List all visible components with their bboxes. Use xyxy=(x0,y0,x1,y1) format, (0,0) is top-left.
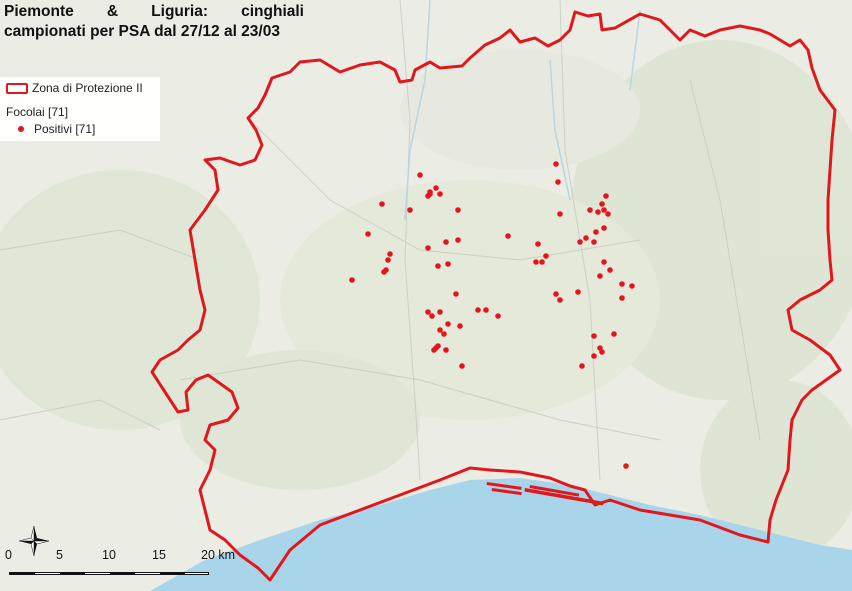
scale-tick-0: 0 xyxy=(5,548,12,562)
positive-marker xyxy=(597,273,603,279)
positive-marker xyxy=(455,237,461,243)
positive-marker xyxy=(595,209,601,215)
positive-marker xyxy=(435,263,441,269)
positive-marker xyxy=(445,321,451,327)
positive-marker xyxy=(601,225,607,231)
map-legend: Zona di Protezione II Focolai [71] Posit… xyxy=(0,77,160,141)
positive-marker xyxy=(577,239,583,245)
positive-marker xyxy=(437,309,443,315)
positive-marker xyxy=(539,259,545,265)
map-title: Piemonte & Liguria: cinghiali campionati… xyxy=(4,2,304,42)
legend-zone-row: Zona di Protezione II xyxy=(6,81,143,95)
zone-swatch-icon xyxy=(6,82,28,94)
positive-marker xyxy=(425,245,431,251)
positive-marker xyxy=(591,353,597,359)
positive-marker xyxy=(607,267,613,273)
positive-marker xyxy=(365,231,371,237)
legend-zone-label: Zona di Protezione II xyxy=(32,81,143,95)
positive-marker xyxy=(407,207,413,213)
legend-positive-label: Positivi [71] xyxy=(34,122,96,136)
scale-tick-20: 20 km xyxy=(201,548,236,562)
positive-marker xyxy=(557,297,563,303)
positive-marker xyxy=(455,207,461,213)
scale-bar xyxy=(9,572,209,575)
positive-marker xyxy=(583,235,589,241)
positive-marker xyxy=(593,229,599,235)
positive-marker xyxy=(587,207,593,213)
positive-marker xyxy=(619,281,625,287)
positive-marker xyxy=(605,211,611,217)
legend-group-label: Focolai [71] xyxy=(6,105,69,119)
positive-marker xyxy=(629,283,635,289)
positive-marker xyxy=(445,261,451,267)
positive-marker xyxy=(437,191,443,197)
positive-marker xyxy=(457,323,463,329)
positive-marker xyxy=(387,251,393,257)
positive-marker xyxy=(575,289,581,295)
positive-marker xyxy=(553,291,559,297)
map-title-line-1: Piemonte & Liguria: cinghiali xyxy=(4,3,304,20)
positive-marker xyxy=(433,185,439,191)
positive-marker xyxy=(603,193,609,199)
positive-marker xyxy=(433,345,439,351)
scale-tick-5: 5 xyxy=(56,548,63,562)
legend-positive-row: Positivi [71] xyxy=(18,122,95,136)
scale-bar-block: 0 5 10 15 20 km xyxy=(0,520,240,580)
positive-marker xyxy=(599,201,605,207)
positive-marker xyxy=(417,172,423,178)
scale-tick-15: 15 xyxy=(152,548,166,562)
positive-marker xyxy=(349,277,355,283)
positive-marker xyxy=(443,347,449,353)
positive-marker xyxy=(591,333,597,339)
positive-marker xyxy=(543,253,549,259)
positive-marker xyxy=(383,267,389,273)
positive-marker xyxy=(579,363,585,369)
positive-marker xyxy=(533,259,539,265)
positive-marker xyxy=(429,313,435,319)
positive-marker xyxy=(553,161,559,167)
positive-marker xyxy=(591,239,597,245)
positive-marker xyxy=(601,207,607,213)
positive-marker xyxy=(555,179,561,185)
positive-marker xyxy=(427,191,433,197)
positive-marker xyxy=(437,327,443,333)
positive-marker xyxy=(505,233,511,239)
map-title-line-2: campionati per PSA dal 27/12 al 23/03 xyxy=(4,23,280,40)
positive-marker xyxy=(619,295,625,301)
positive-marker xyxy=(601,259,607,265)
positive-marker xyxy=(599,349,605,355)
positive-marker xyxy=(441,331,447,337)
positive-marker xyxy=(459,363,465,369)
positive-marker xyxy=(379,201,385,207)
positive-marker xyxy=(495,313,501,319)
positive-marker xyxy=(475,307,481,313)
positive-marker xyxy=(453,291,459,297)
positive-marker xyxy=(557,211,563,217)
scale-tick-10: 10 xyxy=(102,548,116,562)
positive-marker xyxy=(425,309,431,315)
positive-marker xyxy=(611,331,617,337)
positive-marker xyxy=(535,241,541,247)
positive-dot-icon xyxy=(18,126,24,132)
positive-marker xyxy=(385,257,391,263)
positive-marker xyxy=(483,307,489,313)
positive-marker xyxy=(623,463,629,469)
positive-marker xyxy=(443,239,449,245)
